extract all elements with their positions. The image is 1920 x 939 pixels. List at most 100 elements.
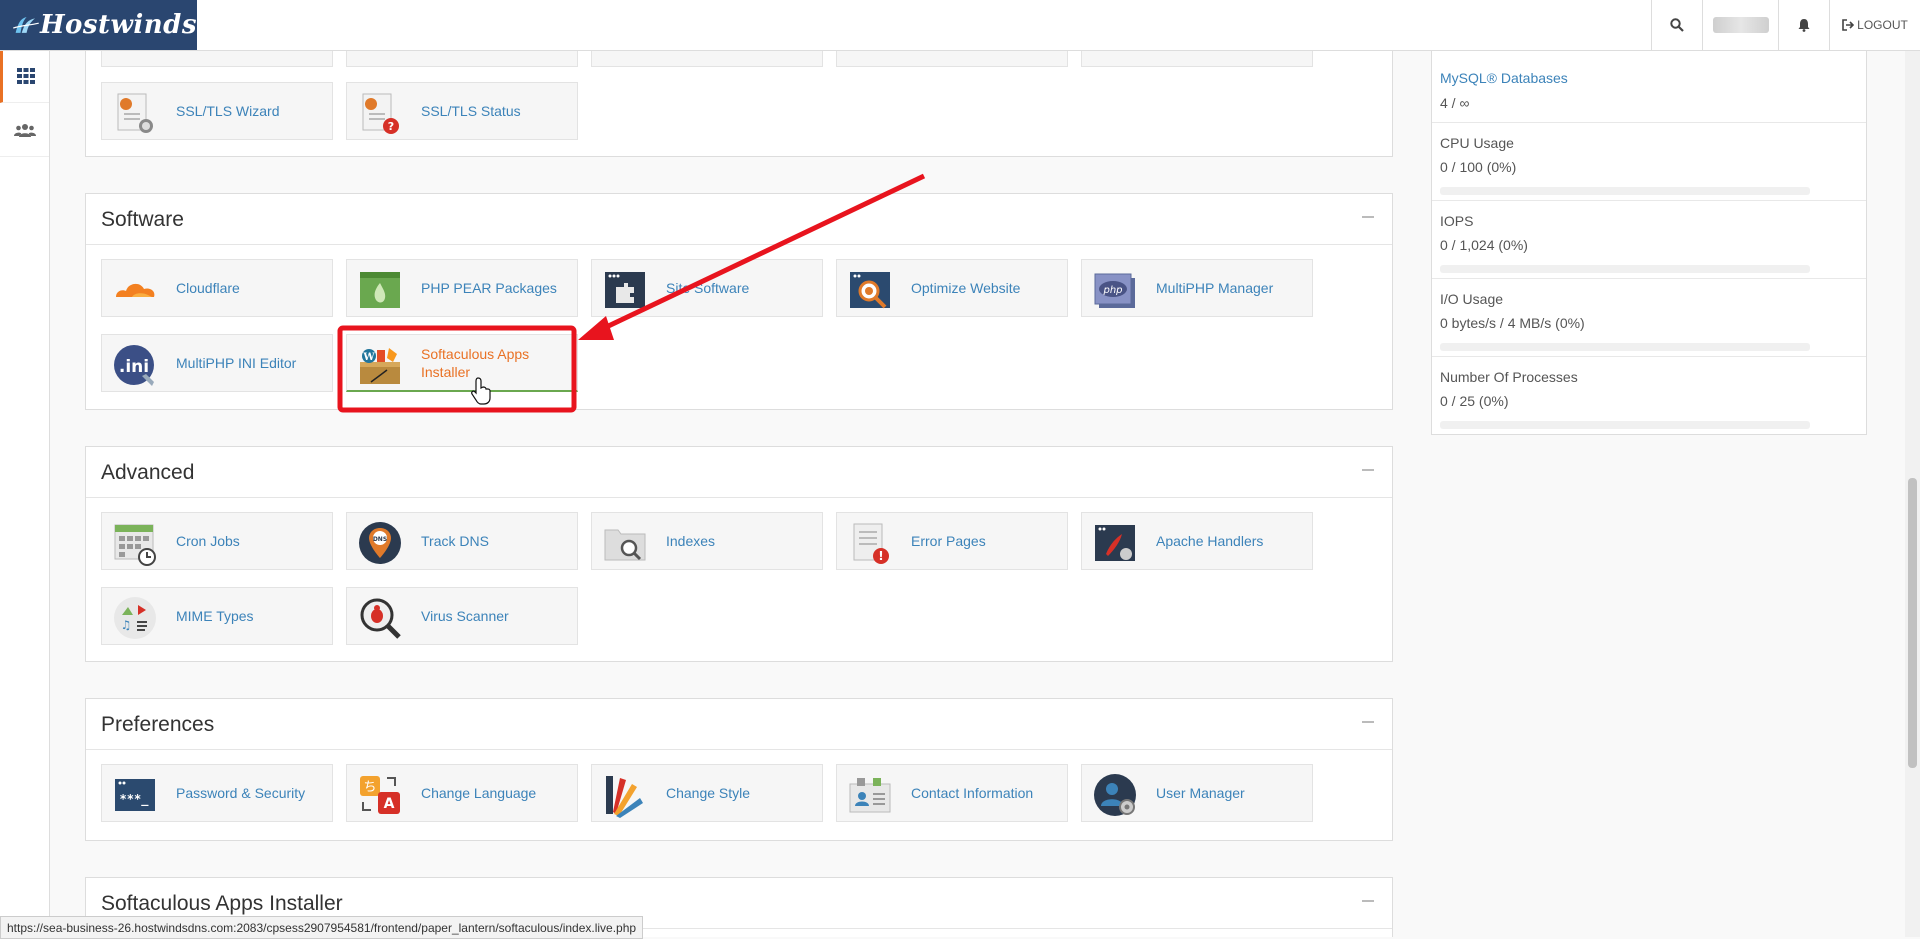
- tool-label: SSL/TLS Wizard: [176, 103, 280, 119]
- tool-item[interactable]: Indexes: [591, 512, 823, 570]
- tool-item[interactable]: Cron Jobs: [101, 512, 333, 570]
- svg-text:A: A: [384, 796, 395, 812]
- multiphp-manager-icon: php: [1094, 273, 1135, 308]
- apache-handlers-icon: [1095, 525, 1135, 561]
- stat-value: 4 / ∞: [1440, 95, 1470, 111]
- php-pear-icon: [360, 272, 400, 308]
- svg-text:.ini: .ini: [119, 357, 149, 377]
- panel-title: Advanced: [101, 461, 195, 484]
- progress-bar: [1440, 265, 1810, 273]
- collapse-icon[interactable]: [1362, 721, 1374, 723]
- password-security-icon: ***_: [115, 779, 155, 811]
- statistics-panel: MySQL® Databases 4 / ∞ CPU Usage 0 / 100…: [1431, 50, 1867, 435]
- tool-label: Cron Jobs: [176, 533, 240, 549]
- grid-icon: [17, 68, 35, 84]
- panel-title: Softaculous Apps Installer: [101, 892, 343, 915]
- tool-label: Indexes: [666, 533, 716, 549]
- tool-label: Optimize Website: [911, 280, 1021, 296]
- stat-value: 0 / 100 (0%): [1440, 159, 1517, 175]
- tool-item[interactable]: php MultiPHP Manager: [1081, 259, 1313, 317]
- nav-users[interactable]: [0, 103, 49, 157]
- stat-cpu-usage: CPU Usage 0 / 100 (0%): [1432, 123, 1866, 201]
- tool-item[interactable]: DNS Track DNS: [346, 512, 578, 570]
- contact-information-icon: [849, 778, 891, 813]
- tool-item[interactable]: SSL/TLS Wizard: [101, 82, 333, 140]
- search-button[interactable]: [1651, 0, 1702, 50]
- stat-value: 0 / 25 (0%): [1440, 393, 1509, 409]
- tool-item[interactable]: Cloudflare: [101, 259, 333, 317]
- svg-text:W: W: [362, 352, 375, 363]
- tool-label: MIME Types: [176, 608, 254, 624]
- svg-text:php: php: [1102, 285, 1122, 296]
- advanced-panel-header[interactable]: Advanced: [86, 447, 1392, 498]
- softaculous-icon: W: [360, 348, 400, 384]
- multiphp-ini-icon: .ini: [114, 345, 154, 386]
- stat-title[interactable]: MySQL® Databases: [1440, 70, 1568, 86]
- collapse-icon[interactable]: [1362, 469, 1374, 471]
- softaculous-item[interactable]: W Softaculous Apps Installer: [346, 334, 578, 392]
- tool-label: Change Style: [666, 785, 751, 801]
- tool-item[interactable]: User Manager: [1081, 764, 1313, 822]
- stat-title: CPU Usage: [1440, 135, 1514, 151]
- stat-title: I/O Usage: [1440, 291, 1504, 307]
- hostwinds-logo-icon: [13, 17, 39, 33]
- search-icon: [1670, 18, 1684, 32]
- track-dns-icon: DNS: [359, 522, 401, 564]
- tool-label: Softaculous Apps Installer: [421, 345, 530, 380]
- error-pages-icon: !: [853, 523, 889, 564]
- ssl-status-icon: ?: [362, 93, 399, 134]
- top-actions: LOGOUT: [1651, 0, 1920, 50]
- progress-bar: [1440, 187, 1810, 195]
- panel-title: Software: [101, 208, 184, 231]
- stat-title: IOPS: [1440, 213, 1474, 229]
- stat-io-usage: I/O Usage 0 bytes/s / 4 MB/s (0%): [1432, 279, 1866, 357]
- nav-tools[interactable]: [0, 50, 49, 103]
- tool-item[interactable]: Optimize Website: [836, 259, 1068, 317]
- tool-label: MultiPHP Manager: [1156, 280, 1274, 296]
- tool-item[interactable]: Apache Handlers: [1081, 512, 1313, 570]
- mime-types-icon: ♫: [114, 597, 156, 639]
- tool-label: PHP PEAR Packages: [421, 280, 557, 296]
- tool-label: Password & Security: [176, 785, 306, 801]
- svg-text:DNS: DNS: [373, 536, 387, 543]
- tool-item[interactable]: Virus Scanner: [346, 587, 578, 645]
- notifications-button[interactable]: [1778, 0, 1829, 50]
- tool-label: Apache Handlers: [1156, 533, 1264, 549]
- tool-item[interactable]: ! Error Pages: [836, 512, 1068, 570]
- tool-label: Virus Scanner: [421, 608, 509, 624]
- user-menu[interactable]: [1702, 0, 1778, 50]
- tool-label: Error Pages: [911, 533, 986, 549]
- preferences-panel-header[interactable]: Preferences: [86, 699, 1392, 750]
- brand-logo[interactable]: Hostwinds: [0, 0, 197, 50]
- collapse-icon[interactable]: [1362, 900, 1374, 902]
- collapse-icon[interactable]: [1362, 216, 1374, 218]
- software-panel-header[interactable]: Software: [86, 194, 1392, 245]
- advanced-panel: Advanced Cron Jobs DNS Track DNS Indexes…: [85, 446, 1393, 662]
- tool-item[interactable]: ♫ MIME Types: [101, 587, 333, 645]
- cron-jobs-icon: [114, 524, 156, 566]
- tool-item[interactable]: Contact Information: [836, 764, 1068, 822]
- progress-bar: [1440, 343, 1810, 351]
- progress-bar: [1440, 421, 1810, 429]
- tool-item[interactable]: PHP PEAR Packages: [346, 259, 578, 317]
- tool-item[interactable]: Change Style: [591, 764, 823, 822]
- tool-item[interactable]: Site Software: [591, 259, 823, 317]
- software-panel: Software Cloudflare PHP PEAR Packages Si…: [85, 193, 1393, 410]
- tool-label: Change Language: [421, 785, 537, 801]
- user-manager-icon: [1094, 774, 1136, 816]
- stat-mysql-databases: MySQL® Databases 4 / ∞: [1432, 50, 1866, 123]
- logout-button[interactable]: LOGOUT: [1829, 0, 1920, 50]
- stat-number-of-processes: Number Of Processes 0 / 25 (0%): [1432, 357, 1866, 435]
- svg-text:?: ?: [388, 120, 394, 133]
- tool-label: Track DNS: [421, 533, 489, 549]
- users-icon: [13, 123, 36, 137]
- ssl-wizard-icon: [117, 93, 153, 133]
- link-status-bar: https://sea-business-26.hostwindsdns.com…: [0, 916, 644, 939]
- tool-item[interactable]: ? SSL/TLS Status: [346, 82, 578, 140]
- stat-value: 0 bytes/s / 4 MB/s (0%): [1440, 315, 1585, 331]
- tool-item[interactable]: ***_ Password & Security: [101, 764, 333, 822]
- page-scrollbar-thumb[interactable]: [1908, 478, 1917, 768]
- tool-item[interactable]: .ini MultiPHP INI Editor: [101, 334, 333, 392]
- tool-item[interactable]: ちA Change Language: [346, 764, 578, 822]
- panel-title: Preferences: [101, 713, 215, 736]
